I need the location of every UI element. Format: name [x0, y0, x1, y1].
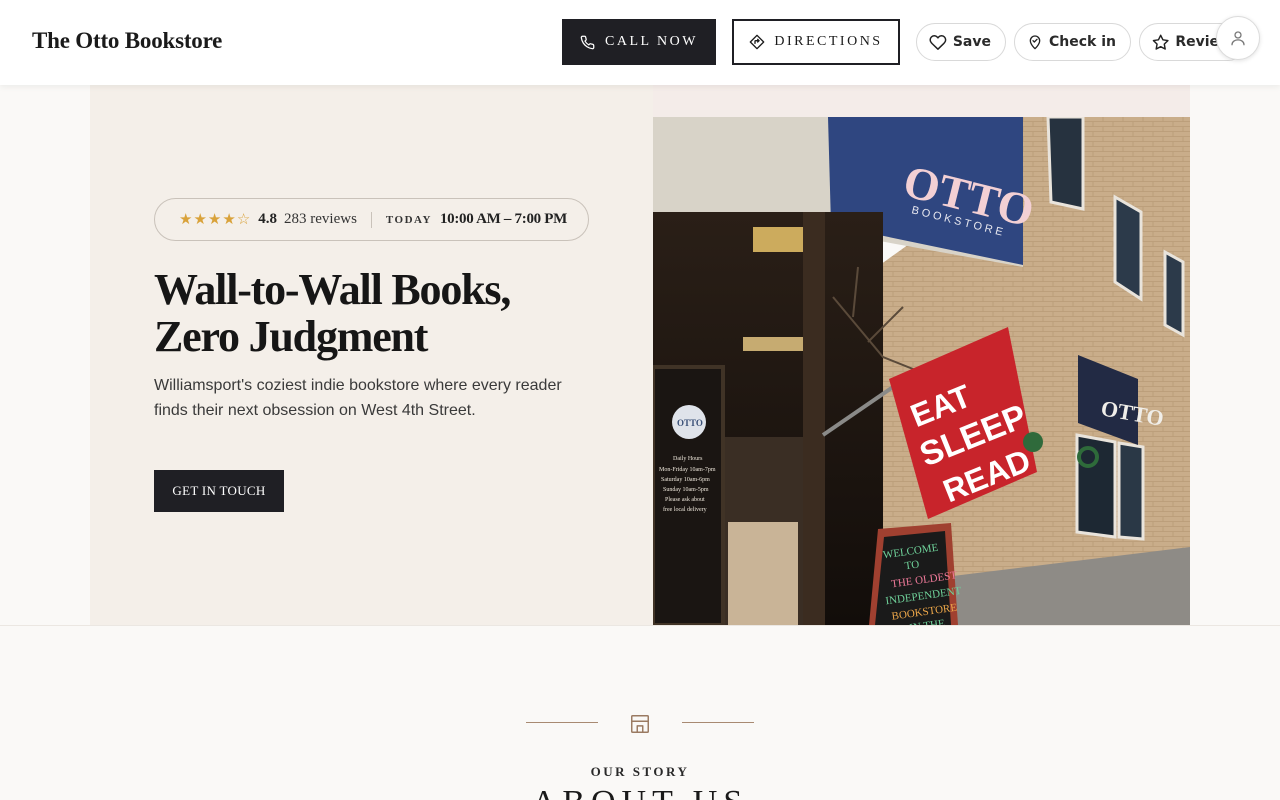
window-hours-line: Mon-Friday 10am-7pm — [659, 467, 716, 473]
window-hours-line: Please ask about — [665, 497, 705, 503]
storefront-icon — [631, 715, 649, 733]
storefront-photo: OTTO OTTO BOOKSTORE OTTO Daily Hours Mon… — [653, 117, 1190, 625]
map-pin-check-icon — [1029, 35, 1041, 50]
section-eyebrow: OUR STORY — [590, 764, 690, 779]
star-rating: ★ ★ ★ ★ ☆ — [179, 210, 250, 229]
star-full-icon: ★ — [193, 212, 207, 228]
call-now-label: CALL NOW — [605, 34, 698, 49]
opening-hours: 10:00 AM – 7:00 PM — [439, 211, 568, 227]
chalkboard-line: TO — [904, 558, 920, 572]
hero-subtitle: Williamsport's coziest indie bookstore w… — [154, 377, 562, 419]
window-hours-line: Sunday 10am-5pm — [663, 487, 709, 493]
check-in-button[interactable]: Check in — [1014, 23, 1131, 61]
get-in-touch-button[interactable]: GET IN TOUCH — [154, 470, 284, 512]
user-avatar-button[interactable] — [1216, 16, 1260, 60]
hero-title-line2: Zero Judgment — [154, 312, 428, 361]
star-half-icon: ☆ — [236, 212, 251, 228]
window-hours-line: free local delivery — [663, 506, 707, 513]
svg-text:OTTO: OTTO — [677, 418, 703, 428]
phone-icon — [580, 35, 595, 49]
directions-icon — [750, 34, 765, 50]
check-in-label: Check in — [1049, 34, 1116, 50]
star-full-icon: ★ — [222, 212, 236, 228]
directions-label: DIRECTIONS — [774, 34, 883, 49]
heart-icon — [929, 34, 947, 50]
hero-title-line1: Wall-to-Wall Books, — [154, 265, 511, 314]
window-hours-line: Saturday 10am-6pm — [661, 477, 710, 483]
pill-divider — [370, 211, 372, 228]
hero-title: Wall-to-Wall Books, Zero Judgment — [154, 266, 634, 360]
user-icon — [1231, 31, 1245, 46]
hero-bottom-divider — [0, 625, 1280, 626]
directions-button[interactable]: DIRECTIONS — [732, 19, 900, 65]
today-label: TODAY — [385, 213, 432, 226]
ornament-line-right — [682, 722, 754, 723]
star-full-icon: ★ — [179, 212, 193, 228]
hero-photo-top-strip — [653, 85, 1190, 117]
review-count[interactable]: 283 reviews — [284, 211, 357, 228]
section-title: ABOUT US — [0, 786, 1280, 800]
save-label: Save — [952, 34, 991, 50]
star-full-icon: ★ — [207, 212, 222, 228]
star-outline-icon — [1152, 34, 1169, 50]
rating-hours-pill: ★ ★ ★ ★ ☆ 4.8 283 reviews TODAY 10:00 AM… — [154, 198, 589, 241]
window-hours-line: Daily Hours — [673, 456, 703, 462]
save-button[interactable]: Save — [916, 23, 1006, 61]
brand-name[interactable]: The Otto Bookstore — [32, 28, 222, 54]
ornament-line-left — [526, 722, 598, 723]
rating-value: 4.8 — [258, 211, 278, 227]
site-header: The Otto Bookstore CALL NOW DIRECTIONS S… — [0, 0, 1280, 85]
call-now-button[interactable]: CALL NOW — [562, 19, 716, 65]
